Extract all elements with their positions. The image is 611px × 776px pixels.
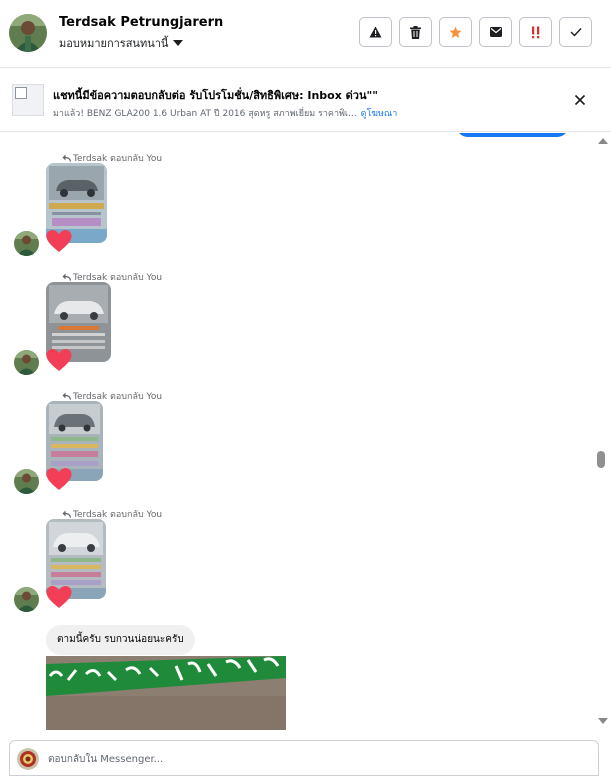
chevron-down-icon [173,40,184,46]
assign-conversation-dropdown[interactable]: มอบหมายการสนทนานี้ [59,34,184,52]
mark-unread-button[interactable] [479,17,512,47]
avatar[interactable] [14,469,39,494]
reply-arrow-icon [62,510,71,518]
heart-icon[interactable] [46,467,72,491]
message-input[interactable] [48,750,568,768]
photo-message[interactable] [46,656,286,730]
reply-arrow-icon [62,273,71,281]
delete-button[interactable] [399,17,432,47]
avatar[interactable] [14,231,39,256]
mark-important-button[interactable] [519,17,552,47]
banner-title: แชทนี้มีข้อความตอบกลับต่อ รับโปรโมชั่น/ส… [53,89,378,102]
scroll-up-icon[interactable] [598,138,608,144]
conversation-actions [359,17,592,47]
reply-composer[interactable] [9,740,599,776]
page-avatar [17,748,39,770]
star-icon [449,26,462,38]
mark-done-button[interactable] [559,17,592,47]
ad-reply-banner: แชทนี้มีข้อความตอบกลับต่อ รับโปรโมชั่น/ส… [0,68,611,132]
scroll-down-icon[interactable] [598,718,608,724]
ad-thumbnail [12,84,44,116]
reply-arrow-icon [62,392,71,400]
text-message-bubble[interactable]: ตามนี้ครับ รบกวนน่อยนะครับ [46,625,195,655]
important-icon [531,26,539,38]
previous-message-bubble [456,133,569,137]
assign-label: มอบหมายการสนทนานี้ [59,37,169,50]
conversation-header: Terdsak Petrungjarern มอบหมายการสนทนานี้ [0,0,611,68]
follow-up-button[interactable] [439,17,472,47]
close-icon[interactable] [572,92,588,108]
spam-button[interactable] [359,17,392,47]
heart-icon[interactable] [46,585,72,609]
message-thread[interactable]: Terdsak ตอบกลับ You Terdsak ตอบกลับ You [0,133,594,730]
banner-subtitle-text: มาแล้ว! BENZ GLA200 1.6 Urban AT ปี 2016… [53,109,357,119]
heart-icon[interactable] [46,229,72,253]
scrollbar-thumb[interactable] [597,451,605,468]
heart-icon[interactable] [46,348,72,372]
contact-name[interactable]: Terdsak Petrungjarern [59,15,223,30]
thread-scrollbar[interactable] [594,133,611,730]
trash-icon [410,25,421,39]
warning-icon [369,26,382,38]
avatar[interactable] [14,587,39,612]
banner-subtitle: มาแล้ว! BENZ GLA200 1.6 Urban AT ปี 2016… [53,106,397,120]
reply-arrow-icon [62,154,71,162]
view-ad-link[interactable]: ดูโฆษณา [361,109,398,119]
check-icon [570,28,582,37]
envelope-icon [489,27,502,37]
avatar[interactable] [14,350,39,375]
avatar[interactable] [9,14,47,52]
